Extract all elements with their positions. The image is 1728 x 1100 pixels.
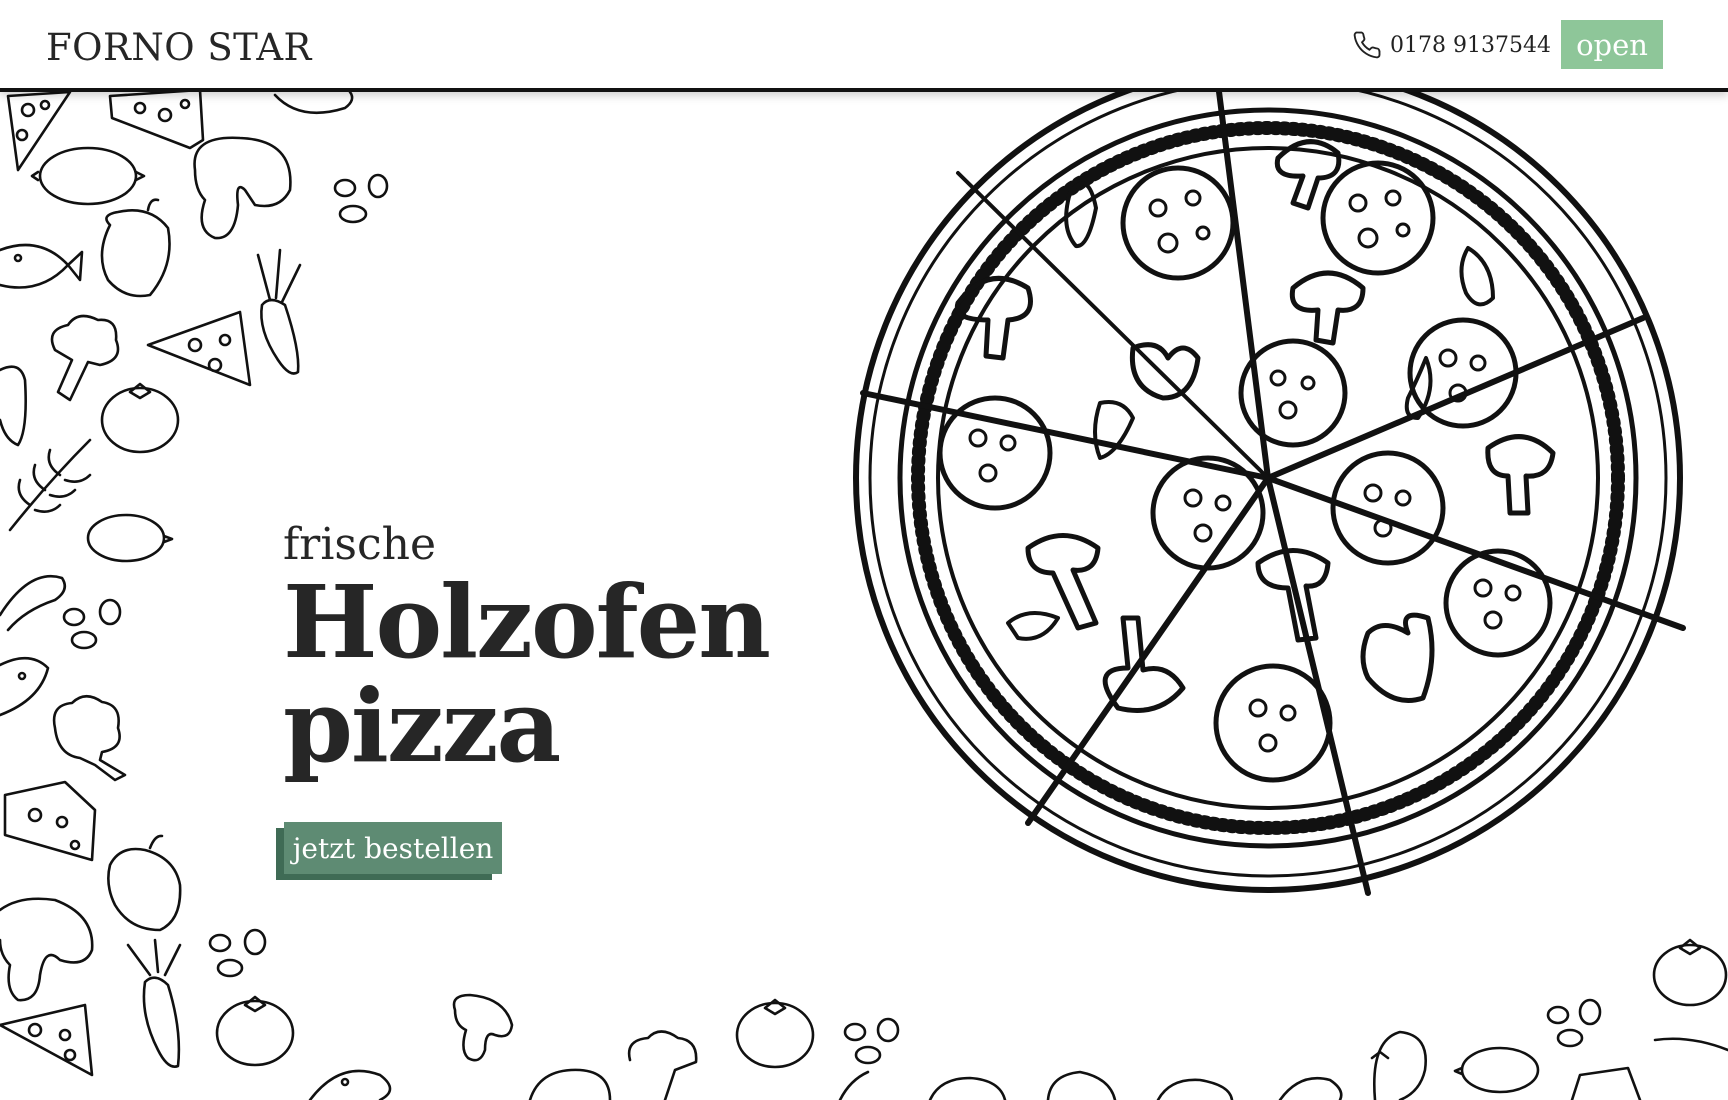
sausage-icon — [1653, 1037, 1728, 1052]
phone-link[interactable]: 0178 9137544 — [1352, 28, 1551, 62]
brand-logo[interactable]: FORNO STAR — [46, 26, 312, 69]
pizza-slice-icon — [0, 1003, 94, 1077]
phone-icon — [1353, 31, 1381, 59]
carrot-icon — [256, 248, 302, 375]
mushroom-icon — [0, 897, 94, 1002]
cheese-icon — [108, 88, 205, 150]
broccoli-icon — [52, 694, 127, 782]
bell-pepper-icon — [107, 834, 182, 932]
bell-pepper-icon — [1046, 1070, 1117, 1100]
cheese-icon — [1570, 1066, 1642, 1100]
carrot-icon — [126, 938, 182, 1068]
tomato-icon — [100, 382, 180, 454]
tomato-icon — [215, 995, 295, 1067]
lemon-icon — [1453, 1046, 1540, 1094]
beans-icon — [1546, 998, 1602, 1048]
beans-icon — [62, 598, 122, 650]
pizza-illustration — [853, 63, 1686, 896]
sausage-icon — [273, 90, 354, 115]
order-cta: jetzt bestellen — [276, 822, 502, 880]
open-status-button[interactable]: open — [1561, 20, 1663, 69]
tomato-icon — [1370, 1030, 1428, 1100]
mushroom-icon — [193, 136, 292, 240]
mushroom-icon — [452, 993, 514, 1062]
hero-title-line1: Holzofen — [283, 563, 771, 681]
fish-icon — [0, 243, 84, 289]
pizza-slice-icon — [6, 90, 72, 172]
tomato-icon — [1652, 938, 1728, 1007]
hero-text: frische Holzofen pizza — [283, 520, 771, 785]
cheese-icon — [1156, 1078, 1234, 1100]
lemon-icon — [86, 513, 174, 563]
order-now-button[interactable]: jetzt bestellen — [284, 822, 502, 874]
lemon-icon — [30, 146, 146, 206]
sausage-icon — [528, 1068, 612, 1100]
beans-icon — [333, 173, 389, 224]
pizza-slice-icon — [146, 310, 252, 387]
pepperoni-icon — [937, 160, 1553, 783]
bell-pepper-icon — [100, 198, 171, 298]
cheese-icon — [3, 780, 97, 862]
hero-title: Holzofen pizza — [283, 563, 771, 785]
broccoli-icon — [50, 314, 120, 402]
sausage-icon — [0, 574, 67, 632]
carrot-icon — [0, 365, 27, 447]
fish-icon — [1278, 1076, 1343, 1100]
fish-icon — [308, 1069, 392, 1100]
fish-icon — [0, 656, 50, 717]
phone-number: 0178 9137544 — [1390, 32, 1551, 58]
wheat-icon — [8, 438, 92, 532]
beans-icon — [843, 1017, 900, 1065]
lemon-icon — [928, 1076, 1007, 1100]
beans-icon — [208, 928, 267, 978]
carrot-icon — [838, 1070, 870, 1100]
broccoli-icon — [627, 1030, 698, 1100]
hero-title-line2: pizza — [283, 667, 561, 785]
site-header: FORNO STAR 0178 9137544 open — [0, 0, 1728, 92]
tomato-icon — [735, 998, 815, 1069]
